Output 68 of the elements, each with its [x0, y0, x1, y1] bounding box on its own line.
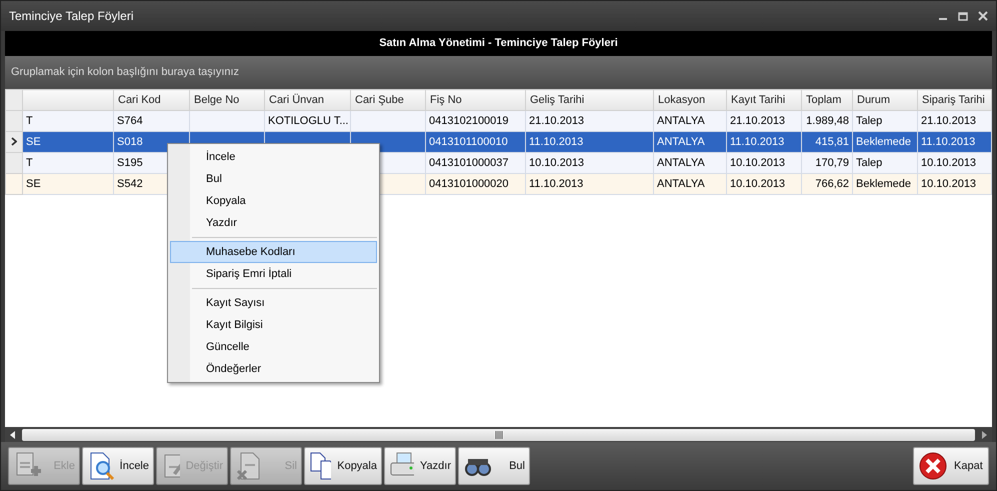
toolbar-button[interactable]: İncele — [82, 447, 154, 485]
close-icon[interactable] — [978, 11, 988, 21]
table-cell: SE — [22, 174, 114, 194]
row-indicator-header — [6, 90, 22, 110]
menu-item[interactable]: Kayıt Sayısı — [170, 292, 377, 314]
table-cell: 11.10.2013 — [918, 132, 992, 152]
table-cell: 1.989,48 — [802, 110, 852, 132]
table-cell: 10.10.2013 — [726, 152, 802, 174]
column-header[interactable]: Toplam — [802, 90, 852, 110]
group-panel: Gruplamak için kolon başlığını buraya taşıyınız — [5, 56, 992, 89]
table-cell: Talep — [852, 110, 918, 132]
column-header[interactable]: Cari Ünvan — [264, 90, 350, 110]
table-cell: SE — [22, 132, 114, 152]
copy-icon — [309, 451, 332, 481]
column-header[interactable]: Lokasyon — [654, 90, 726, 110]
table-cell: Talep — [852, 152, 918, 174]
table-cell: 11.10.2013 — [526, 132, 654, 152]
column-header[interactable]: Fiş No — [426, 90, 526, 110]
column-header[interactable]: Kayıt Tarihi — [726, 90, 802, 110]
column-header[interactable]: Belge No — [190, 90, 264, 110]
table-cell: 10.10.2013 — [526, 152, 654, 174]
table-cell: 21.10.2013 — [726, 110, 802, 132]
table-cell: 170,79 — [802, 152, 852, 174]
menu-item[interactable]: Sipariş Emri İptali — [170, 263, 377, 285]
table-cell: KOTILOGLU T... — [264, 110, 350, 132]
menu-item[interactable]: Yazdır — [170, 212, 377, 234]
table-cell: 766,62 — [802, 174, 852, 194]
table-cell: 10.10.2013 — [918, 174, 992, 194]
table-cell: 415,81 — [802, 132, 852, 152]
menu-item[interactable]: Güncelle — [170, 336, 377, 358]
column-header[interactable]: Cari Kod — [114, 90, 190, 110]
table-cell: 11.10.2013 — [526, 174, 654, 194]
table-cell: ANTALYA — [654, 132, 726, 152]
table-cell: T — [22, 110, 114, 132]
row-pointer-icon — [11, 137, 17, 146]
maximize-icon[interactable] — [958, 11, 968, 21]
table-row[interactable]: T S764 KOTILOGLU T... 0413102100019 21.10.2013 ANTALYA 21.10.2013 1.989,48 Talep 21.10.2013 — [6, 110, 992, 132]
table-cell: 0413102100019 — [426, 110, 526, 132]
menu-item[interactable]: Öndeğerler — [170, 358, 377, 380]
table-cell: 0413101100010 — [426, 132, 526, 152]
table-cell: 10.10.2013 — [918, 152, 992, 174]
column-header[interactable]: Geliş Tarihi — [526, 90, 654, 110]
table-cell: ANTALYA — [654, 152, 726, 174]
header-title: Satın Alma Yönetimi - Teminciye Talep Föyleri — [5, 31, 992, 56]
column-header[interactable]: Durum — [852, 90, 918, 110]
table-cell: 21.10.2013 — [918, 110, 992, 132]
table-cell: Beklemede — [852, 132, 918, 152]
toolbar-button[interactable]: Kopyala — [304, 447, 382, 485]
menu-item[interactable]: Muhasebe Kodları — [170, 241, 377, 263]
toolbar-button[interactable]: Bul — [458, 447, 530, 485]
table-cell: ANTALYA — [654, 110, 726, 132]
table-cell: ANTALYA — [654, 174, 726, 194]
table-cell: 0413101000020 — [426, 174, 526, 194]
menu-item[interactable]: Kayıt Bilgisi — [170, 314, 377, 336]
table-cell: 0413101000037 — [426, 152, 526, 174]
close-button[interactable]: Kapat — [913, 447, 989, 485]
cancel-icon — [918, 451, 948, 481]
table-cell: 10.10.2013 — [726, 174, 802, 194]
column-header[interactable]: Cari Şube — [350, 90, 426, 110]
table-cell: T — [22, 152, 114, 174]
scrollbar-thumb[interactable] — [22, 428, 975, 440]
table-cell: Beklemede — [852, 174, 918, 194]
table-cell: S764 — [114, 110, 190, 132]
window-title: Teminciye Talep Föyleri — [9, 8, 134, 25]
table-cell: 11.10.2013 — [726, 132, 802, 152]
column-header[interactable]: Sipariş Tarihi — [918, 90, 992, 110]
table-cell: 21.10.2013 — [526, 110, 654, 132]
toolbar-button[interactable]: Yazdır — [384, 447, 456, 485]
